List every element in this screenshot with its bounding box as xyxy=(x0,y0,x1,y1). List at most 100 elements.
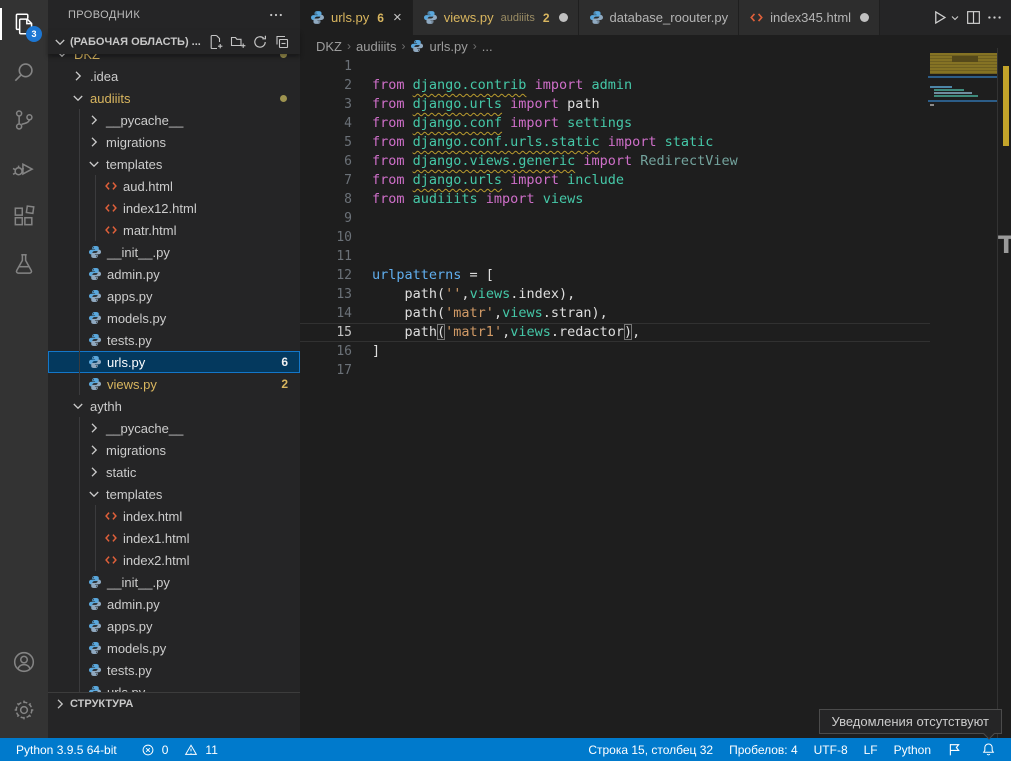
more-actions-icon[interactable] xyxy=(266,5,286,25)
tab-urls-py[interactable]: urls.py6× xyxy=(300,0,413,35)
code-line-13[interactable]: 13 path('',views.index), xyxy=(300,285,930,304)
code-line-5[interactable]: 5from django.conf.urls.static import sta… xyxy=(300,133,930,152)
tree-item-urls-py[interactable]: urls.py6 xyxy=(48,351,300,373)
tree-item-apps-py[interactable]: apps.py xyxy=(48,285,300,307)
modified-dot xyxy=(280,54,287,58)
code-token: settings xyxy=(567,115,632,131)
tree-item-templates[interactable]: templates xyxy=(48,483,300,505)
code-line-17[interactable]: 17 xyxy=(300,361,930,380)
source-control-icon xyxy=(11,107,37,133)
tree-item-views-py[interactable]: views.py2 xyxy=(48,373,300,395)
cursor-position[interactable]: Строка 15, столбец 32 xyxy=(580,738,721,761)
breadcrumb-item--[interactable]: ... xyxy=(482,39,493,54)
tree-item--pycache-[interactable]: __pycache__ xyxy=(48,417,300,439)
modified-dot-icon[interactable] xyxy=(559,13,568,22)
breadcrumb-item-dkz[interactable]: DKZ xyxy=(316,39,342,54)
eol[interactable]: LF xyxy=(856,738,886,761)
tree-item--init-py[interactable]: __init__.py xyxy=(48,241,300,263)
code-line-2[interactable]: 2from django.contrib import admin xyxy=(300,76,930,95)
code-line-15[interactable]: 15 path('matr1',views.redactor), xyxy=(300,323,930,342)
tree-item-tests-py[interactable]: tests.py xyxy=(48,659,300,681)
tree-item-matr-html[interactable]: matr.html xyxy=(48,219,300,241)
tab-database-roouter-py[interactable]: database_roouter.py xyxy=(579,0,740,35)
activity-bar-item-settings-gear[interactable] xyxy=(0,686,48,734)
indentation[interactable]: Пробелов: 4 xyxy=(721,738,806,761)
tree-item-models-py[interactable]: models.py xyxy=(48,637,300,659)
activity-bar-item-extensions[interactable] xyxy=(0,192,48,240)
tree-item-index-html[interactable]: index.html xyxy=(48,505,300,527)
outline-section-header[interactable]: СТРУКТУРА xyxy=(48,692,300,715)
code-line-14[interactable]: 14 path('matr',views.stran), xyxy=(300,304,930,323)
feedback-icon[interactable] xyxy=(939,738,973,761)
activity-bar-item-files[interactable]: 3 xyxy=(0,0,48,48)
code-token: django.conf xyxy=(413,115,502,131)
tree-item--pycache-[interactable]: __pycache__ xyxy=(48,109,300,131)
activity-bar-item-search[interactable] xyxy=(0,48,48,96)
python-icon xyxy=(410,39,429,53)
refresh-icon[interactable] xyxy=(250,32,270,52)
tree-item-index12-html[interactable]: index12.html xyxy=(48,197,300,219)
minimap[interactable] xyxy=(930,48,997,738)
code-editor[interactable]: 1 2from django.contrib import admin3from… xyxy=(300,57,930,380)
run-icon[interactable] xyxy=(931,9,948,26)
activity-bar-item-testing[interactable] xyxy=(0,240,48,288)
breadcrumb-item-urls-py[interactable]: urls.py xyxy=(410,39,467,54)
new-folder-icon[interactable] xyxy=(228,32,248,52)
python-interpreter[interactable]: Python 3.9.5 64-bit xyxy=(8,738,125,761)
tree-item--init-py[interactable]: __init__.py xyxy=(48,571,300,593)
code-line-9[interactable]: 9 xyxy=(300,209,930,228)
activity-bar-item-run-debug[interactable] xyxy=(0,144,48,192)
tree-item-admin-py[interactable]: admin.py xyxy=(48,593,300,615)
tree-item-apps-py[interactable]: apps.py xyxy=(48,615,300,637)
line-number: 12 xyxy=(300,266,352,285)
collapse-all-icon[interactable] xyxy=(272,32,292,52)
code-line-4[interactable]: 4from django.conf import settings xyxy=(300,114,930,133)
code-line-6[interactable]: 6from django.views.generic import Redire… xyxy=(300,152,930,171)
more-actions-icon[interactable] xyxy=(986,9,1003,26)
tab-index345-html[interactable]: index345.html xyxy=(739,0,880,35)
status-bar: Python 3.9.5 64-bit011 Строка 15, столбе… xyxy=(0,738,1011,761)
code-line-16[interactable]: 16] xyxy=(300,342,930,361)
tree-item-dkz[interactable]: DKZ xyxy=(48,54,300,65)
activity-bar-item-source-control[interactable] xyxy=(0,96,48,144)
code-line-7[interactable]: 7from django.urls import include xyxy=(300,171,930,190)
line-content xyxy=(372,57,380,76)
activity-bar-item-account[interactable] xyxy=(0,638,48,686)
tree-item-aythh[interactable]: aythh xyxy=(48,395,300,417)
tree-item-tests-py[interactable]: tests.py xyxy=(48,329,300,351)
tree-item-static[interactable]: static xyxy=(48,461,300,483)
tree-item-models-py[interactable]: models.py xyxy=(48,307,300,329)
tree-item-audiiits[interactable]: audiiits xyxy=(48,87,300,109)
tab-views-py[interactable]: views.pyaudiiits2 xyxy=(413,0,579,35)
tree-item-label: templates xyxy=(106,157,162,172)
chevron-down-icon[interactable] xyxy=(952,12,961,24)
workspace-section-header[interactable]: (РАБОЧАЯ ОБЛАСТЬ) ... xyxy=(48,30,300,54)
new-file-icon[interactable] xyxy=(206,32,226,52)
code-token: .stran), xyxy=(543,305,608,321)
encoding[interactable]: UTF-8 xyxy=(806,738,856,761)
language-mode[interactable]: Python xyxy=(886,738,939,761)
code-line-3[interactable]: 3from django.urls import path xyxy=(300,95,930,114)
tree-item-index2-html[interactable]: index2.html xyxy=(48,549,300,571)
code-line-10[interactable]: 10 xyxy=(300,228,930,247)
code-line-11[interactable]: 11 xyxy=(300,247,930,266)
tree-item-migrations[interactable]: migrations xyxy=(48,439,300,461)
modified-dot-icon[interactable] xyxy=(860,13,869,22)
code-line-8[interactable]: 8from audiiits import views xyxy=(300,190,930,209)
tree-item-index1-html[interactable]: index1.html xyxy=(48,527,300,549)
problems-status[interactable]: 011 xyxy=(125,738,226,761)
code-line-12[interactable]: 12urlpatterns = [ xyxy=(300,266,930,285)
tree-item-admin-py[interactable]: admin.py xyxy=(48,263,300,285)
breadcrumb-item-audiiits[interactable]: audiiits xyxy=(356,39,396,54)
close-icon[interactable]: × xyxy=(393,10,402,25)
tree-item--idea[interactable]: .idea xyxy=(48,65,300,87)
split-editor-icon[interactable] xyxy=(965,9,982,26)
code-line-1[interactable]: 1 xyxy=(300,57,930,76)
bell-icon[interactable] xyxy=(973,738,1007,761)
tree-item-label: index2.html xyxy=(123,553,189,568)
modified-dot xyxy=(280,95,287,102)
problems-badge: 6 xyxy=(281,355,288,369)
tree-item-aud-html[interactable]: aud.html xyxy=(48,175,300,197)
tree-item-migrations[interactable]: migrations xyxy=(48,131,300,153)
tree-item-templates[interactable]: templates xyxy=(48,153,300,175)
